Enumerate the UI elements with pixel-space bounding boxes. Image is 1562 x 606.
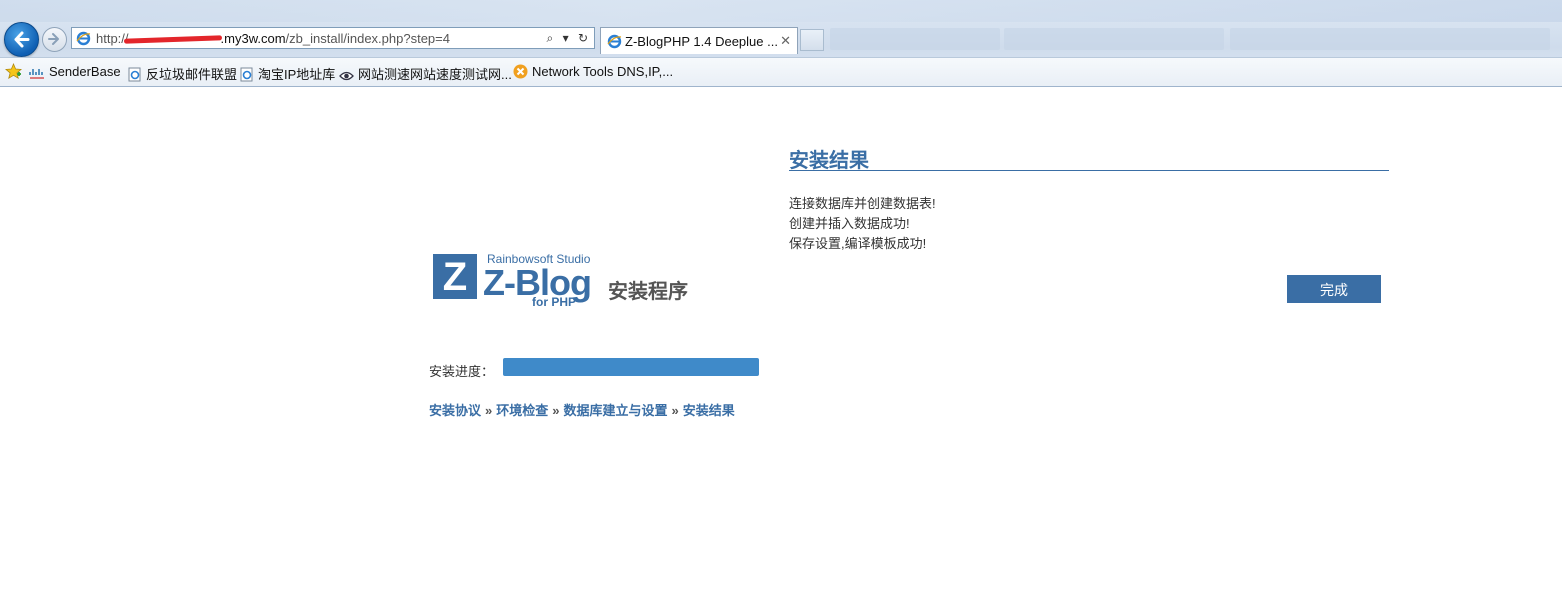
eye-icon xyxy=(339,71,354,81)
heading-divider xyxy=(789,170,1389,171)
window-title-strip xyxy=(0,0,1562,22)
favorite-item-network-tools[interactable]: Network Tools DNS,IP,... xyxy=(513,64,673,79)
arrow-right-icon xyxy=(48,33,59,45)
ie-logo-icon xyxy=(607,34,622,49)
finish-button[interactable]: 完成 xyxy=(1287,275,1381,303)
step-separator: » xyxy=(485,403,493,418)
search-icon[interactable]: ⌕ xyxy=(546,31,553,45)
forward-button[interactable] xyxy=(42,27,67,52)
refresh-icon[interactable]: ↻ xyxy=(578,31,588,45)
background-tab[interactable] xyxy=(1230,28,1550,50)
tab-active[interactable]: Z-BlogPHP 1.4 Deeplue ... ✕ xyxy=(600,27,798,54)
favorites-star-icon[interactable] xyxy=(5,63,22,80)
background-tab[interactable] xyxy=(1004,28,1224,50)
back-button[interactable] xyxy=(4,22,39,57)
result-line: 连接数据库并创建数据表! xyxy=(789,196,936,211)
favorite-item-taobao-ip[interactable]: 淘宝IP地址库 xyxy=(240,64,335,83)
ie-page-icon xyxy=(240,67,253,82)
cisco-icon xyxy=(29,69,44,79)
progress-label: 安装进度： xyxy=(429,364,495,379)
install-progress-bar xyxy=(503,358,759,376)
step-agreement: 安装协议 xyxy=(429,403,482,418)
step-separator: » xyxy=(552,403,560,418)
network-tools-icon xyxy=(513,64,528,79)
favorite-item-senderbase[interactable]: SenderBase xyxy=(29,64,121,79)
result-line: 创建并插入数据成功! xyxy=(789,216,910,231)
close-icon[interactable]: ✕ xyxy=(780,33,791,49)
step-separator: » xyxy=(671,403,679,418)
tab-title: Z-BlogPHP 1.4 Deeplue ... xyxy=(625,34,778,49)
result-line: 保存设置,编译模板成功! xyxy=(789,236,927,251)
install-steps: 安装协议» 环境检查» 数据库建立与设置» 安装结果 xyxy=(429,400,735,419)
arrow-left-icon xyxy=(14,31,30,48)
dropdown-icon[interactable]: ▾ xyxy=(563,31,569,45)
background-tab[interactable] xyxy=(830,28,1000,50)
new-tab-button[interactable] xyxy=(800,29,824,51)
logo-z-mark: Z xyxy=(433,254,477,299)
favorite-item-anti-spam[interactable]: 反垃圾邮件联盟 xyxy=(128,64,237,83)
favorite-item-speed-test[interactable]: 网站测速网站速度测试网... xyxy=(339,64,512,83)
browser-chrome: http://.my3w.com/zb_install/index.php?st… xyxy=(0,0,1562,87)
step-environment-check: 环境检查 xyxy=(496,403,549,418)
ie-logo-icon xyxy=(76,31,91,46)
result-heading: 安装结果 xyxy=(789,150,869,172)
zblog-logo: Z Rainbowsoft Studio Z-Blog for PHP 安装程序 xyxy=(433,252,703,312)
address-tools: ⌕ ▾ ↻ xyxy=(540,31,588,46)
step-database-setup: 数据库建立与设置 xyxy=(563,403,668,418)
favorites-bar: SenderBase 反垃圾邮件联盟 淘宝IP地址库 网站测速网站速度测试网..… xyxy=(0,57,1562,86)
address-bar[interactable]: http://.my3w.com/zb_install/index.php?st… xyxy=(71,27,595,49)
logo-for-php: for PHP xyxy=(532,295,577,309)
step-install-result: 安装结果 xyxy=(682,403,735,418)
ie-page-icon xyxy=(128,67,141,82)
logo-installer-text: 安装程序 xyxy=(608,281,688,303)
progress-fill xyxy=(503,358,759,376)
result-messages: 连接数据库并创建数据表! 创建并插入数据成功! 保存设置,编译模板成功! xyxy=(789,194,936,254)
